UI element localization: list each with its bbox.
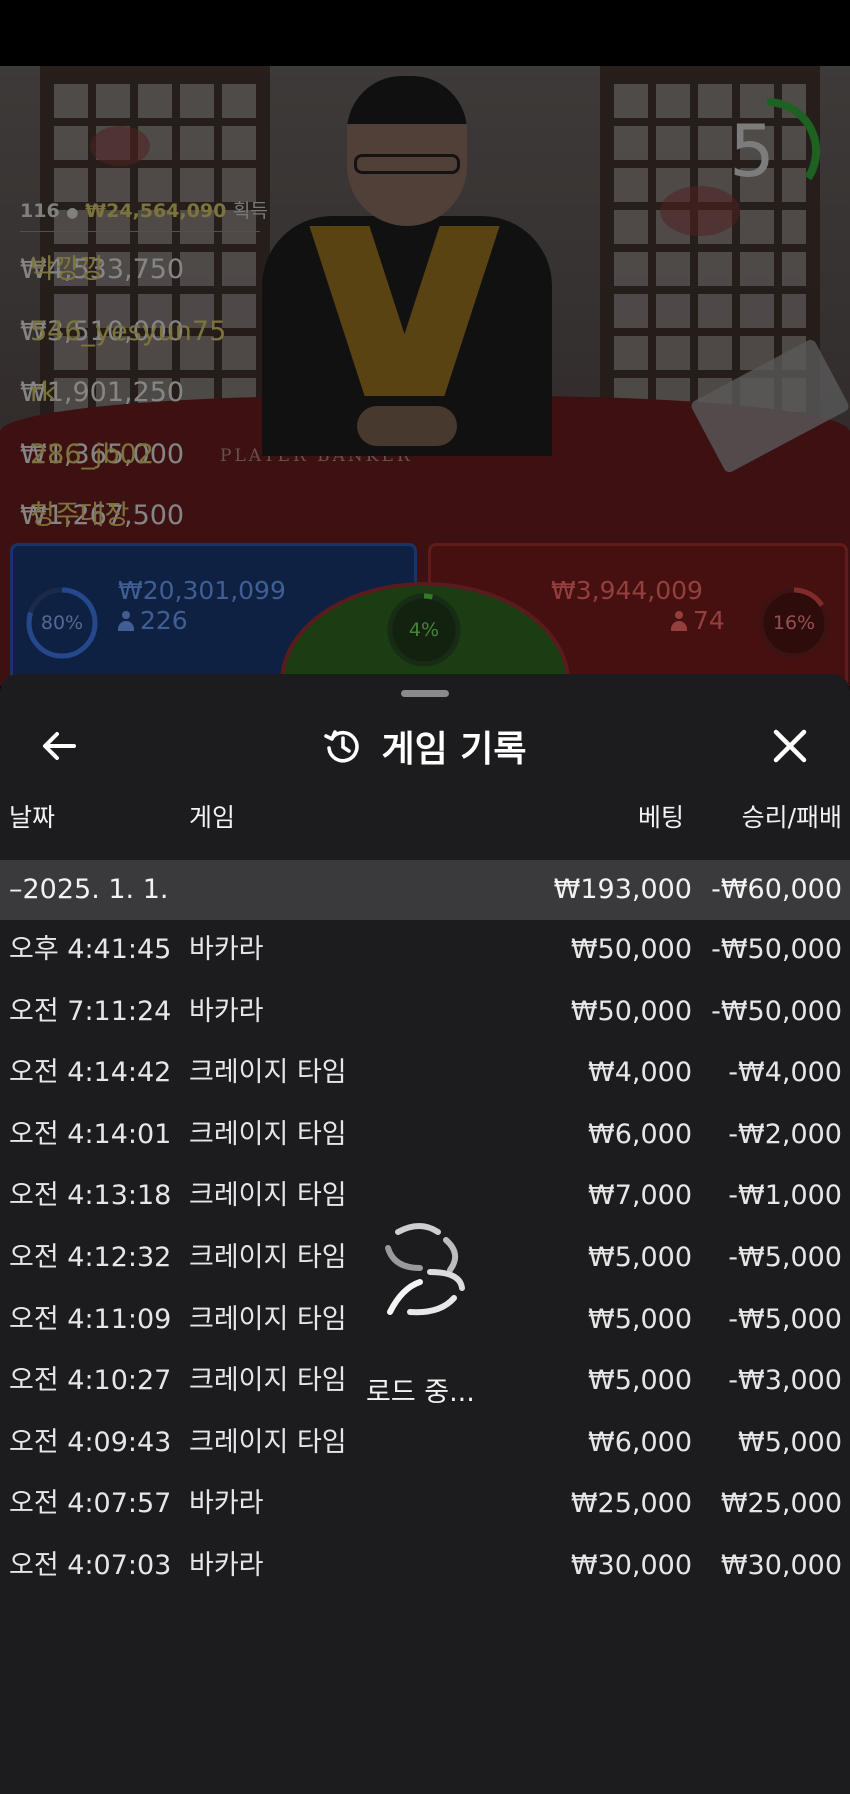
history-bet: ₩25,000 bbox=[570, 1488, 692, 1520]
history-profit-loss: -₩1,000 bbox=[728, 1180, 842, 1212]
history-game: 크레이지 타임 bbox=[189, 1057, 347, 1089]
history-game: 바카라 bbox=[189, 1549, 264, 1581]
history-time: 오전 4:09:43 bbox=[9, 1426, 172, 1458]
history-profit-loss: -₩2,000 bbox=[728, 1118, 842, 1150]
history-bet: ₩5,000 bbox=[588, 1365, 692, 1397]
history-row[interactable]: 오전 7:11:24 바카라 ₩50,000 -₩50,000 bbox=[0, 982, 850, 1044]
history-bet: ₩6,000 bbox=[588, 1118, 692, 1150]
column-header-game: 게임 bbox=[189, 803, 236, 832]
history-bet: ₩30,000 bbox=[570, 1549, 692, 1581]
history-profit-loss: -₩50,000 bbox=[711, 934, 842, 965]
history-game: 크레이지 타임 bbox=[189, 1365, 347, 1397]
history-table-header: 날짜 게임 베팅 승리/패배 bbox=[0, 798, 850, 838]
close-button[interactable] bbox=[766, 722, 814, 770]
history-bet: ₩4,000 bbox=[588, 1057, 692, 1089]
history-profit-loss: -₩3,000 bbox=[728, 1365, 842, 1397]
history-row[interactable]: 오전 4:07:57 바카라 ₩25,000 ₩25,000 bbox=[0, 1474, 850, 1536]
column-header-bet: 베팅 bbox=[637, 803, 684, 832]
sheet-drag-handle[interactable] bbox=[401, 690, 449, 697]
history-profit-loss: -₩5,000 bbox=[728, 1241, 842, 1273]
history-time: 오전 7:11:24 bbox=[9, 995, 172, 1027]
status-bar bbox=[0, 0, 850, 66]
history-time: 오전 4:07:57 bbox=[9, 1488, 172, 1520]
history-time: 오전 4:10:27 bbox=[9, 1365, 172, 1397]
close-icon bbox=[773, 729, 807, 763]
history-profit-loss: -₩5,000 bbox=[728, 1303, 842, 1335]
history-profit-loss: -₩4,000 bbox=[728, 1057, 842, 1089]
history-game: 크레이지 타임 bbox=[189, 1180, 347, 1212]
sheet-title-wrap: 게임 기록 bbox=[0, 710, 850, 782]
history-row[interactable]: 오후 4:41:45 바카라 ₩50,000 -₩50,000 bbox=[0, 920, 850, 982]
column-header-date: 날짜 bbox=[9, 803, 56, 832]
sheet-title: 게임 기록 bbox=[381, 729, 527, 770]
history-row[interactable]: 오전 4:07:03 바카라 ₩30,000 ₩30,000 bbox=[0, 1536, 850, 1598]
history-row[interactable]: 오전 4:14:42 크레이지 타임 ₩4,000 -₩4,000 bbox=[0, 1043, 850, 1105]
history-profit-loss: ₩30,000 bbox=[720, 1549, 842, 1581]
column-header-profit-loss: 승리/패배 bbox=[741, 803, 842, 832]
history-bet: ₩50,000 bbox=[570, 995, 692, 1027]
loading-text: 로드 중... bbox=[366, 1377, 475, 1408]
history-time: 오전 4:14:42 bbox=[9, 1057, 172, 1089]
history-bet: ₩6,000 bbox=[588, 1426, 692, 1458]
history-row[interactable]: 오전 4:14:01 크레이지 타임 ₩6,000 -₩2,000 bbox=[0, 1105, 850, 1167]
history-profit-loss: ₩25,000 bbox=[720, 1488, 842, 1520]
modal-backdrop[interactable] bbox=[0, 66, 850, 686]
history-icon bbox=[324, 730, 360, 763]
history-time: 오후 4:41:45 bbox=[9, 934, 172, 965]
day-group-row[interactable]: –2025. 1. 1. ₩193,000 -₩60,000 bbox=[0, 860, 850, 920]
history-profit-loss: -₩50,000 bbox=[711, 995, 842, 1027]
day-profit-loss: -₩60,000 bbox=[711, 874, 842, 905]
back-button[interactable] bbox=[36, 722, 84, 770]
arrow-left-icon bbox=[43, 732, 76, 760]
history-game: 크레이지 타임 bbox=[189, 1426, 347, 1458]
history-bet: ₩5,000 bbox=[588, 1241, 692, 1273]
history-bet: ₩7,000 bbox=[588, 1180, 692, 1212]
history-time: 오전 4:13:18 bbox=[9, 1180, 172, 1212]
history-profit-loss: ₩5,000 bbox=[738, 1426, 842, 1458]
history-bet: ₩5,000 bbox=[588, 1303, 692, 1335]
loading-spinner-icon bbox=[385, 1223, 465, 1316]
history-game: 바카라 bbox=[189, 934, 264, 965]
sheet-header: 게임 기록 bbox=[0, 710, 850, 782]
history-time: 오전 4:12:32 bbox=[9, 1241, 172, 1273]
history-row[interactable]: 오전 4:09:43 크레이지 타임 ₩6,000 ₩5,000 bbox=[0, 1413, 850, 1475]
day-date: –2025. 1. 1. bbox=[9, 874, 169, 905]
history-game: 바카라 bbox=[189, 995, 264, 1027]
history-time: 오전 4:07:03 bbox=[9, 1549, 172, 1581]
day-bet-total: ₩193,000 bbox=[553, 874, 692, 905]
history-time: 오전 4:14:01 bbox=[9, 1118, 172, 1150]
history-game: 크레이지 타임 bbox=[189, 1118, 347, 1150]
history-game: 바카라 bbox=[189, 1488, 264, 1520]
history-bet: ₩50,000 bbox=[570, 934, 692, 965]
history-game: 크레이지 타임 bbox=[189, 1303, 347, 1335]
history-time: 오전 4:11:09 bbox=[9, 1303, 172, 1335]
history-game: 크레이지 타임 bbox=[189, 1241, 347, 1273]
